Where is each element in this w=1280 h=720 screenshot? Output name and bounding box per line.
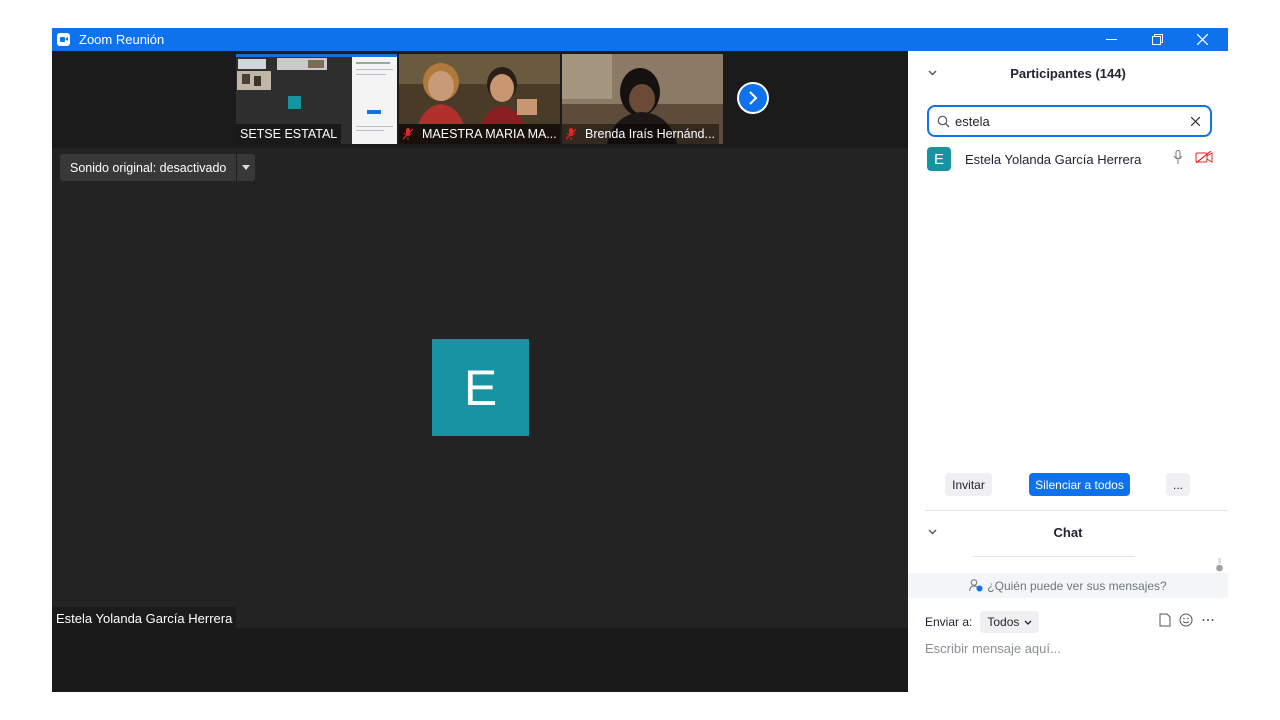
participant-name: Estela Yolanda García Herrera <box>965 151 1142 167</box>
send-to-row: Enviar a: Todos <box>925 610 1215 634</box>
muted-mic-icon <box>403 128 413 140</box>
clear-icon <box>1190 116 1200 126</box>
person-info-icon <box>969 579 983 592</box>
original-sound-button[interactable]: Sonido original: desactivado <box>60 154 256 181</box>
file-icon[interactable] <box>1159 613 1171 627</box>
video-area: SETSE ESTATAL MAESTRA MARIA MA... Brenda… <box>52 51 908 692</box>
chevron-right-icon <box>749 91 758 105</box>
emoji-icon[interactable] <box>1179 613 1193 627</box>
clear-search-button[interactable] <box>1188 114 1202 128</box>
chevron-down-icon <box>928 70 936 76</box>
participant-search[interactable] <box>927 105 1212 137</box>
video-off-icon[interactable] <box>1195 151 1213 163</box>
close-window-button[interactable] <box>1180 28 1224 51</box>
participant-item[interactable]: E Estela Yolanda García Herrera <box>927 147 1217 171</box>
participant-search-input[interactable] <box>955 113 1175 129</box>
chat-title: Chat <box>1053 524 1083 540</box>
next-page-button[interactable] <box>737 82 769 114</box>
muted-mic-icon <box>566 128 576 140</box>
invite-button[interactable]: Invitar <box>945 473 992 496</box>
send-to-value: Todos <box>987 615 1020 629</box>
restore-button[interactable] <box>1135 28 1179 51</box>
search-icon <box>937 115 950 127</box>
participants-header: Participantes (144) <box>908 51 1228 95</box>
active-speaker-name: Estela Yolanda García Herrera <box>52 607 237 629</box>
send-to-label: Enviar a: <box>925 615 973 629</box>
window-title: Zoom Reunión <box>79 32 165 47</box>
chat-scrollbar[interactable] <box>1216 558 1223 572</box>
thumbnail-name: SETSE ESTATAL <box>236 124 342 144</box>
who-can-see-messages[interactable]: ¿Quién puede ver sus mensajes? <box>908 573 1228 598</box>
original-sound-label: Sonido original: desactivado <box>60 154 238 181</box>
side-panel: Participantes (144) E Estela Yolanda Gar… <box>908 51 1228 692</box>
send-to-dropdown[interactable]: Todos <box>980 611 1040 633</box>
chat-separator <box>973 556 1135 557</box>
chat-tools <box>1159 613 1215 627</box>
microphone-icon[interactable] <box>1173 150 1183 165</box>
chat-message-input[interactable]: Escribir mensaje aquí... <box>925 641 1215 656</box>
mute-all-button[interactable]: Silenciar a todos <box>1029 473 1130 496</box>
speaker-avatar: E <box>432 339 529 436</box>
collapse-chat-button[interactable] <box>926 526 938 538</box>
video-thumbnail-strip: SETSE ESTATAL MAESTRA MARIA MA... Brenda… <box>52 51 908 148</box>
panel-divider <box>925 510 1228 511</box>
caret-down-icon <box>242 165 251 170</box>
title-bar: Zoom Reunión <box>52 28 1228 51</box>
video-thumbnail-setse[interactable]: SETSE ESTATAL <box>236 54 397 144</box>
chevron-down-icon <box>1024 620 1032 625</box>
zoom-window: Zoom Reunión SETSE ESTATAL MAESTRA MARIA… <box>52 28 1228 692</box>
thumbnail-name: Brenda Iraís Hernánd... <box>562 124 719 144</box>
video-thumbnail-brenda[interactable]: Brenda Iraís Hernánd... <box>562 54 723 144</box>
minimize-button[interactable] <box>1089 28 1133 51</box>
collapse-participants-button[interactable] <box>926 67 938 79</box>
meeting-toolbar <box>52 628 908 692</box>
zoom-logo-icon <box>57 33 70 46</box>
participant-avatar: E <box>927 147 951 171</box>
participants-title: Participantes (144) <box>1010 65 1126 81</box>
minimize-icon <box>1105 39 1117 40</box>
video-thumbnail-maestra[interactable]: MAESTRA MARIA MA... <box>399 54 560 144</box>
thumbnail-name: MAESTRA MARIA MA... <box>399 124 560 144</box>
who-can-see-label: ¿Quién puede ver sus mensajes? <box>987 578 1167 593</box>
more-icon[interactable] <box>1201 613 1215 627</box>
chat-header: Chat <box>908 515 1228 549</box>
close-icon <box>1196 34 1208 45</box>
more-options-button[interactable]: ... <box>1166 473 1190 496</box>
original-sound-dropdown[interactable] <box>237 154 255 181</box>
chevron-down-icon <box>928 529 936 535</box>
restore-icon <box>1151 34 1163 45</box>
